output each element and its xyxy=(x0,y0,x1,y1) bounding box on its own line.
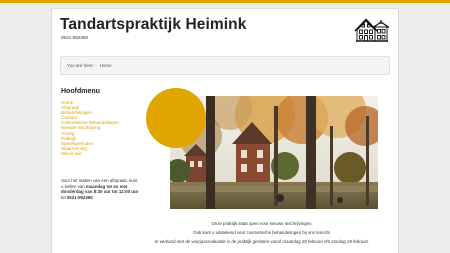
breadcrumb-separator xyxy=(96,63,97,68)
caption-new-patients: Onze praktijk staat open voor nieuwe ins… xyxy=(211,221,313,226)
top-accent-bar xyxy=(0,0,450,3)
breadcrumb: You are here: Home xyxy=(60,56,390,75)
appointment-info: Voor het maken van een afspraak, kunt u … xyxy=(61,178,141,200)
breadcrumb-current: Home xyxy=(99,63,112,68)
caption-holiday-notice: In verband met de voorjaarsvakantie is d… xyxy=(154,239,370,244)
appointment-phone: 0521-592360 xyxy=(66,194,93,200)
caption-cosmetic: Ook kunt u uitstekend voor cosmetische b… xyxy=(193,230,331,235)
site-phone: 0521-592360 xyxy=(61,35,89,40)
site-title[interactable]: Tandartspraktijk Heimink xyxy=(60,16,246,34)
house-drawing-icon[interactable] xyxy=(354,15,390,45)
decorative-circle xyxy=(146,88,206,148)
sidebar-heading: Hoofdmenu xyxy=(61,88,100,95)
menu-item-wie-is-wie[interactable]: Wie is wie xyxy=(61,151,119,156)
breadcrumb-prefix: You are here: xyxy=(67,63,94,68)
page-container: Tandartspraktijk Heimink 0521-592360 You… xyxy=(51,8,399,253)
main-menu: Home Afspraak Behandelingen Contact Cosm… xyxy=(61,100,119,156)
